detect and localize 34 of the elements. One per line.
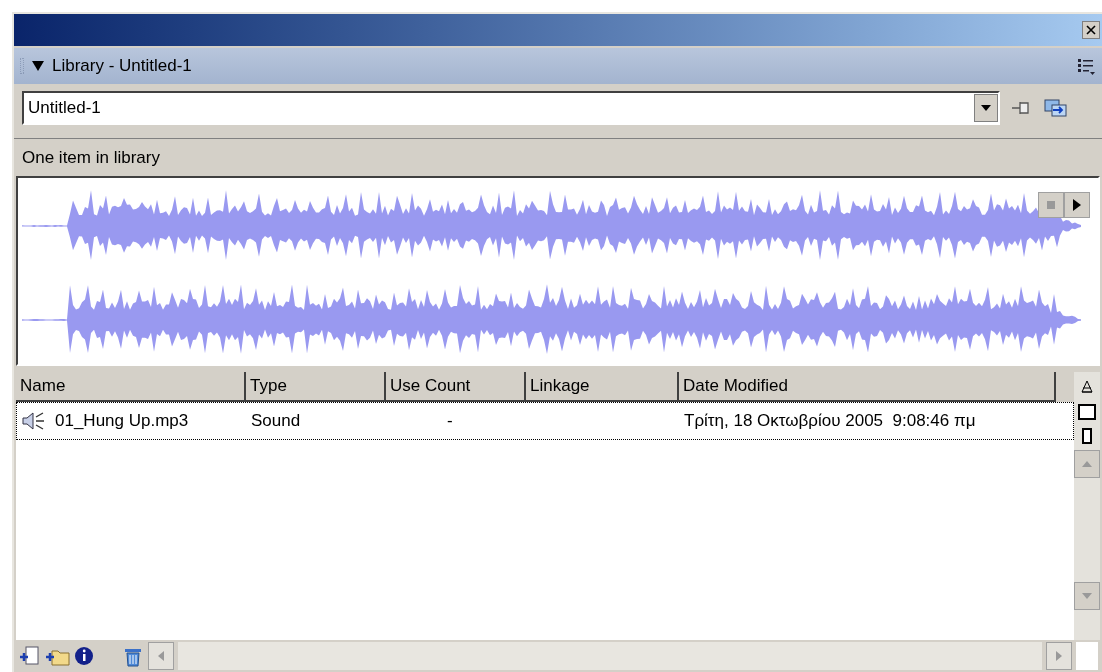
play-icon (1073, 199, 1081, 211)
close-button[interactable] (1082, 21, 1100, 39)
status-text: One item in library (22, 146, 160, 169)
left-arrow-icon (158, 651, 164, 661)
narrow-view-icon[interactable] (1082, 428, 1092, 444)
up-arrow-icon (1082, 461, 1092, 467)
speaker-icon (21, 410, 47, 432)
column-header[interactable]: Name (16, 372, 246, 402)
close-icon (1086, 25, 1096, 35)
wide-view-icon[interactable] (1078, 404, 1096, 420)
right-arrow-icon (1056, 651, 1062, 661)
column-header[interactable]: Type (246, 372, 386, 402)
down-arrow-icon (1082, 593, 1092, 599)
column-header[interactable]: Linkage (526, 372, 679, 402)
new-symbol-icon[interactable] (18, 645, 40, 667)
table-cell-text: - (447, 410, 453, 433)
collapse-triangle-icon[interactable] (32, 61, 44, 71)
table-cell-text: Τρίτη, 18 Οκτωβρίου 2005 9:08:46 πμ (684, 410, 976, 433)
table-cell-text: Sound (251, 410, 301, 433)
new-window-icon[interactable] (1044, 98, 1068, 118)
column-header[interactable]: Date Modified (679, 372, 1056, 402)
panel-title: Library - Untitled-1 (52, 55, 192, 78)
library-row[interactable]: 01_Hung Up.mp3 Sound - Τρίτη, 18 Οκτωβρίου 2005 9:08:46 πμ (16, 402, 1074, 440)
table-cell-text: 01_Hung Up.mp3 (55, 410, 189, 433)
sort-icon[interactable] (1080, 380, 1094, 394)
grip-icon[interactable] (20, 58, 24, 74)
stop-icon (1047, 201, 1055, 209)
document-dropdown[interactable]: Untitled-1 (22, 91, 1000, 125)
scrollbar-corner (1076, 642, 1098, 670)
info-icon[interactable] (74, 646, 94, 666)
caret-icon (981, 105, 991, 111)
options-menu-icon[interactable] (1076, 56, 1096, 76)
play-button[interactable] (1064, 192, 1090, 218)
column-header[interactable]: Use Count (386, 372, 526, 402)
